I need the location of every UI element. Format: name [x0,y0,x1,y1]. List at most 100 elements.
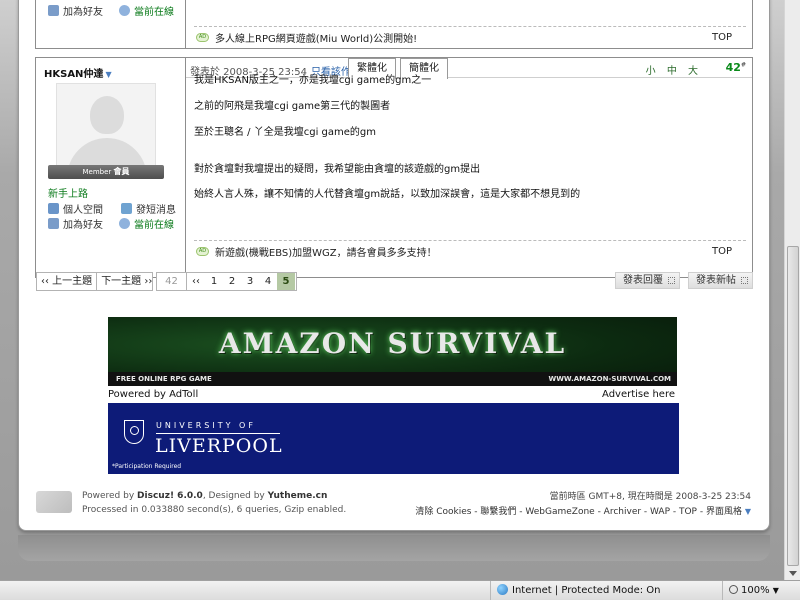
university-of-text: UNIVERSITY OF [156,421,256,430]
first-page-link[interactable]: ‹‹ [187,273,205,290]
banner-subtitle: FREE ONLINE RPG GAME [116,375,212,383]
topic-navigation: ‹‹ 上一主題 下一主題 ›› [36,272,153,291]
post-line-5: 始終人言人殊，讓不知情的人代替貪壇gm說話，以致加深誤會，這是大家都不想見到的 [194,189,581,200]
footer-links[interactable]: 清除 Cookies - 聯繫我們 - WebGameZone - Archiv… [415,504,751,517]
mail-icon [121,203,132,214]
banner-title: AMAZON SURVIVAL [218,327,567,360]
personal-space-link[interactable]: 個人空間 [63,201,103,216]
member-badge: Member 會員 [48,165,164,179]
processing-info: Processed in 0.033880 second(s), 6 queri… [82,505,347,515]
next-topic-link[interactable]: 下一主題 ›› [97,273,156,290]
rank-title: 新手上路 [48,189,88,200]
vertical-scrollbar[interactable] [784,0,800,580]
top-link[interactable]: TOP [712,32,732,43]
previous-post-sidebar: 加為好友 當前在線 [36,0,186,48]
post-line-3: 至於王聰名 / 丫全是我壇cgi game的gm [194,127,376,138]
post-author-sidebar: HKSAN仲達 ▼ Member 會員 新手上路 個人空間 發短消息 加為好友 … [36,58,186,277]
add-friend-link[interactable]: 加為好友 [63,3,103,18]
reply-button[interactable]: 發表回覆 [615,272,680,289]
liverpool-banner[interactable]: UNIVERSITY OF LIVERPOOL *Participation R… [108,403,679,474]
online-status: 當前在線 [134,220,174,231]
post-line-4: 對於貪壇對我壇提出的疑問，我希望能由貪壇的該遊戲的gm提出 [194,164,481,175]
top-link[interactable]: TOP [712,246,732,257]
author-name[interactable]: HKSAN仲達 ▼ [44,65,112,80]
author-links-row-1: 個人空間 發短消息 [48,201,176,216]
new-topic-button[interactable]: 發表新帖 [688,272,753,289]
chevron-down-icon: ▼ [744,507,751,516]
total-posts: 42 [157,273,187,290]
add-friend-icon [48,5,59,16]
discuz-logo [36,491,72,513]
chevron-down-icon: ▼ [105,70,112,79]
status-bar: Internet | Protected Mode: On 100% ▼ [0,580,800,600]
avatar-head [90,96,124,134]
advertise-here-link[interactable]: Advertise here [602,389,675,400]
reply-icon [668,277,675,284]
online-status: 當前在線 [134,7,174,18]
previous-post: 加為好友 當前在線 AD 多人線上RPG網頁遊戲(Miu World)公測開始!… [35,0,753,49]
participation-note: *Participation Required [112,463,182,470]
add-friend-icon [48,218,59,229]
amazon-survival-banner[interactable]: AMAZON SURVIVAL FREE ONLINE RPG GAME WWW… [108,317,677,386]
status-text-area [0,581,490,600]
page-link-4[interactable]: 4 [259,273,277,290]
pagination: 42 ‹‹ 1 2 3 4 5 [156,272,297,291]
divider [156,433,280,434]
signature-link[interactable]: 新遊戲(機戰EBS)加盟WGZ，請各會員多多支持！ [215,244,437,259]
current-page: 5 [277,273,295,290]
new-topic-label: 發表新帖 [696,275,736,286]
zoom-level: 100% [741,585,770,596]
post-line-2: 之前的阿飛是我壇cgi game第三代的製圖者 [194,101,391,112]
footer-links-text: 清除 Cookies - 聯繫我們 - WebGameZone - Archiv… [415,507,742,517]
floor-number: 42# [726,61,746,74]
timezone-info: 當前時區 GMT+8, 現在時間是 2008-3-25 23:54 [549,492,751,502]
scroll-down-icon[interactable] [789,571,797,576]
author-links-row-2: 加為好友 當前在線 [48,216,174,231]
adtoll-link[interactable]: Powered by AdToll [108,389,198,400]
scrollbar-thumb[interactable] [787,246,799,566]
globe-icon [497,584,508,595]
security-zone[interactable]: Internet | Protected Mode: On [490,581,722,600]
forum-page: 加為好友 當前在線 AD 多人線上RPG網頁遊戲(Miu World)公測開始!… [18,0,770,531]
online-icon [119,5,130,16]
page-link-2[interactable]: 2 [223,273,241,290]
security-zone-text: Internet | Protected Mode: On [512,585,661,596]
crest-icon [124,420,144,444]
page-bottom-shadow [18,535,770,561]
online-icon [119,218,130,229]
yutheme-link[interactable]: Yutheme.cn [268,491,328,501]
author-name-text: HKSAN仲達 [44,69,104,80]
previous-post-links: 加為好友 當前在線 [48,3,174,18]
new-topic-icon [741,277,748,284]
browser-viewport: 加為好友 當前在線 AD 多人線上RPG網頁遊戲(Miu World)公測開始!… [0,0,784,580]
zoom-control[interactable]: 100% ▼ [722,581,800,600]
ad-icon: AD [196,33,209,42]
chevron-down-icon: ▼ [772,586,779,595]
post-line-1: 我是HKSAN版主之一，亦是我壇cgi game的gm之一 [194,75,432,86]
home-icon [48,203,59,214]
discuz-link[interactable]: Discuz! 6.0.0 [137,491,203,501]
font-size-switcher[interactable]: 小 中 大 [646,62,702,77]
member-label: Member [82,168,112,176]
member-rank: 會員 [113,167,130,176]
forum-post: HKSAN仲達 ▼ Member 會員 新手上路 個人空間 發短消息 加為好友 … [35,57,753,278]
page-link-3[interactable]: 3 [241,273,259,290]
floor-value: 42 [725,61,741,74]
post-signature: AD 新遊戲(機戰EBS)加盟WGZ，請各會員多多支持！ TOP [194,240,746,262]
signature-link[interactable]: 多人線上RPG網頁遊戲(Miu World)公測開始! [215,30,417,45]
university-name: LIVERPOOL [155,435,283,457]
send-message-link[interactable]: 發短消息 [136,201,176,216]
designed-prefix: , Designed by [202,491,265,501]
banner-url: WWW.AMAZON-SURVIVAL.COM [548,375,671,383]
ad-icon: AD [196,247,209,256]
avatar [56,83,156,175]
page-link-1[interactable]: 1 [205,273,223,290]
add-friend-link[interactable]: 加為好友 [63,216,103,231]
footer-powered: Powered by Discuz! 6.0.0, Designed by Yu… [82,491,327,501]
floor-mark: # [740,61,746,69]
previous-post-signature: AD 多人線上RPG網頁遊戲(Miu World)公測開始! TOP [194,26,746,48]
reply-label: 發表回覆 [623,275,663,286]
zoom-icon [729,585,738,594]
powered-prefix: Powered by [82,491,135,501]
prev-topic-link[interactable]: ‹‹ 上一主題 [37,273,96,290]
